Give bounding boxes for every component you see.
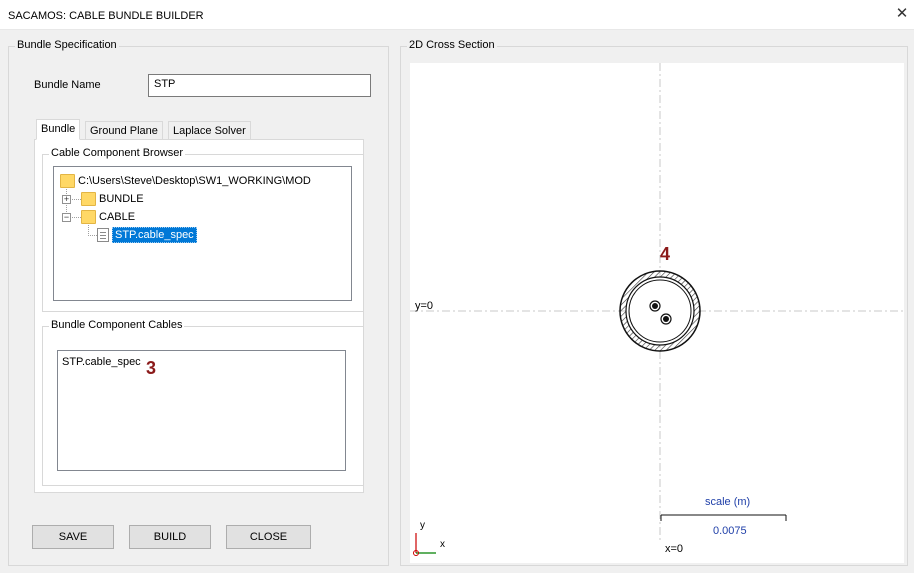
conductor-2-core xyxy=(663,316,669,322)
bundle-specification-legend: Bundle Specification xyxy=(15,39,119,51)
tree-connector xyxy=(88,235,97,236)
cross-section-canvas[interactable]: y=0 x=0 scale (m) 0.0075 y x xyxy=(410,63,904,563)
annotation-marker-3: 3 xyxy=(146,358,157,378)
shield-inner-fill xyxy=(625,276,695,346)
tree-node-bundle[interactable]: BUNDLE xyxy=(81,192,144,206)
tab-ground-plane[interactable]: Ground Plane xyxy=(85,121,163,140)
scale-value: 0.0075 xyxy=(713,525,747,537)
bundle-name-label: Bundle Name xyxy=(34,79,101,91)
folder-icon xyxy=(81,210,96,224)
save-button[interactable]: SAVE xyxy=(32,525,114,549)
axis-indicator-y-label: y xyxy=(420,520,425,531)
tab-laplace-solver-label: Laplace Solver xyxy=(173,125,246,137)
tree-root-node[interactable]: C:\Users\Steve\Desktop\SW1_WORKING\MOD xyxy=(60,174,311,188)
tree-node-cable-label: CABLE xyxy=(99,211,136,223)
list-item[interactable]: STP.cable_spec xyxy=(62,356,141,368)
window-title: SACAMOS: CABLE BUNDLE BUILDER xyxy=(8,10,204,22)
cross-section-drawing xyxy=(410,63,904,556)
tree-node-stp-file[interactable]: STP.cable_spec xyxy=(97,227,197,243)
tree-connector xyxy=(72,217,81,218)
close-icon[interactable]: ✕ xyxy=(894,6,910,22)
conductor-1-core xyxy=(652,303,658,309)
axis-indicator-x-label: x xyxy=(440,539,445,550)
folder-icon xyxy=(81,192,96,206)
y-zero-label: y=0 xyxy=(415,300,434,312)
title-bar: SACAMOS: CABLE BUNDLE BUILDER ✕ xyxy=(0,0,914,30)
scale-title: scale (m) xyxy=(705,496,751,508)
tree-root-label: C:\Users\Steve\Desktop\SW1_WORKING\MOD xyxy=(78,175,311,187)
folder-icon xyxy=(60,174,75,188)
collapse-cable-icon[interactable]: − xyxy=(62,213,71,222)
close-button[interactable]: CLOSE xyxy=(226,525,311,549)
cable-component-browser-legend: Cable Component Browser xyxy=(49,147,186,159)
x-zero-label: x=0 xyxy=(665,543,684,555)
tab-bundle[interactable]: Bundle xyxy=(36,119,81,140)
bundle-component-cables-legend: Bundle Component Cables xyxy=(49,319,185,331)
tree-node-bundle-label: BUNDLE xyxy=(99,193,144,205)
tree-node-cable[interactable]: CABLE xyxy=(81,210,135,224)
tab-ground-plane-label: Ground Plane xyxy=(90,125,158,137)
annotation-marker-4: 4 xyxy=(660,244,671,264)
build-button[interactable]: BUILD xyxy=(129,525,211,549)
bundle-name-input[interactable]: STP xyxy=(148,74,371,97)
tree-connector xyxy=(72,199,81,200)
bundle-component-cables-list[interactable]: STP.cable_spec xyxy=(57,350,346,471)
document-icon xyxy=(97,228,109,242)
cable-component-tree[interactable]: C:\Users\Steve\Desktop\SW1_WORKING\MOD +… xyxy=(53,166,352,301)
tab-laplace-solver[interactable]: Laplace Solver xyxy=(168,121,251,140)
tab-bundle-label: Bundle xyxy=(41,123,76,135)
expand-bundle-icon[interactable]: + xyxy=(62,195,71,204)
cross-section-legend: 2D Cross Section xyxy=(407,39,497,51)
tree-node-stp-file-label: STP.cable_spec xyxy=(112,227,197,243)
